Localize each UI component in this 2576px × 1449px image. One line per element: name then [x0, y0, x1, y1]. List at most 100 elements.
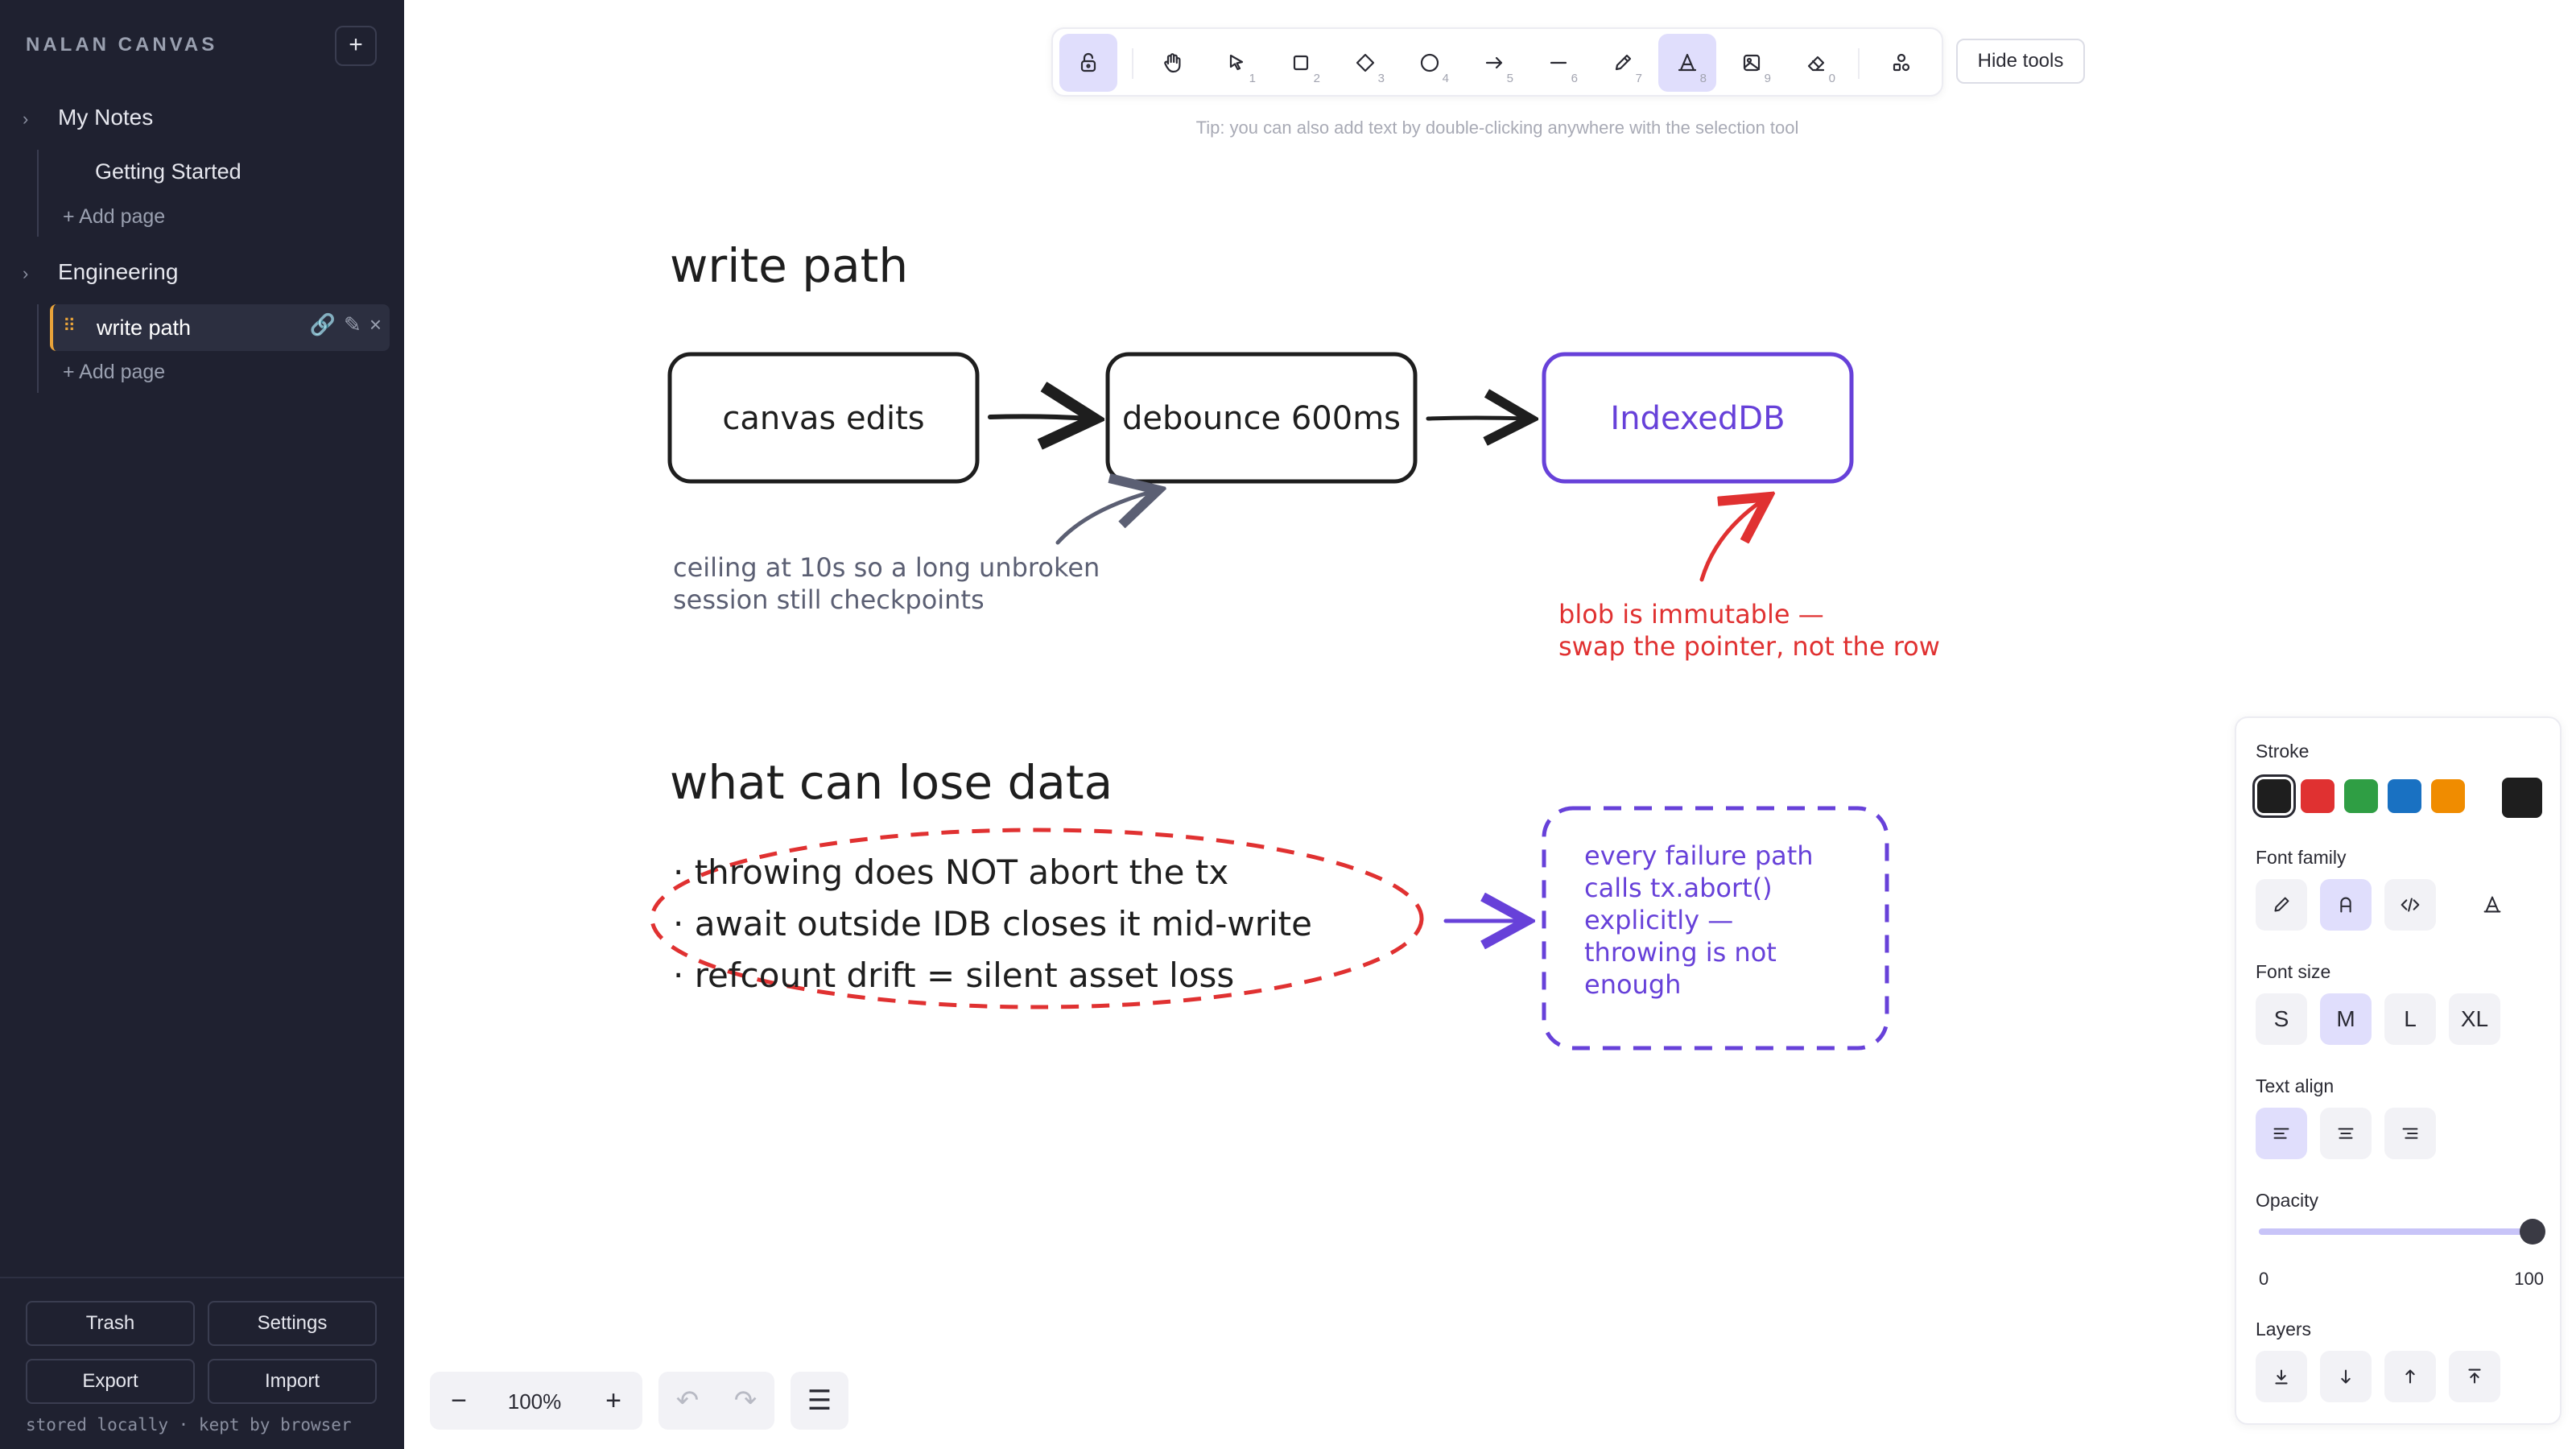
stroke-swatch-orange[interactable] [2431, 779, 2465, 813]
tool-line[interactable]: 6 [1530, 34, 1587, 92]
shortcut-key: 2 [1313, 72, 1320, 85]
tool-hand[interactable] [1143, 34, 1201, 92]
text-align-title: Text align [2256, 1075, 2334, 1096]
toolbar-divider [1858, 48, 1860, 79]
chevron-right-icon: › [23, 109, 29, 129]
diamond-icon [1356, 53, 1375, 72]
bullet-item[interactable]: · await outside IDB closes it mid-write [673, 904, 1312, 943]
page-item-write-path[interactable]: ⠿ write path 🔗 ✎ × [50, 304, 390, 351]
line-icon [1550, 61, 1567, 64]
text-align-center[interactable] [2320, 1108, 2372, 1159]
shortcut-key: 0 [1828, 72, 1835, 85]
heading-write-path[interactable]: write path [670, 238, 908, 293]
export-button[interactable]: Export [26, 1359, 195, 1404]
font-size-xl[interactable]: XL [2449, 993, 2500, 1045]
font-family-code[interactable] [2384, 879, 2436, 931]
stroke-custom-color[interactable] [2502, 778, 2542, 818]
link-icon[interactable]: 🔗 [310, 312, 336, 336]
import-button[interactable]: Import [208, 1359, 377, 1404]
text-icon [1678, 53, 1697, 72]
tool-diamond[interactable]: 3 [1336, 34, 1394, 92]
tool-rectangle[interactable]: 2 [1272, 34, 1330, 92]
hand-icon [1164, 53, 1181, 73]
font-size-l[interactable]: L [2384, 993, 2436, 1045]
tool-lock[interactable] [1059, 34, 1117, 92]
stroke-swatch-green[interactable] [2344, 779, 2378, 813]
font-family-normal[interactable] [2320, 879, 2372, 931]
bring-forward-button[interactable] [2384, 1351, 2436, 1402]
add-page-button[interactable]: + Add page [63, 361, 165, 384]
font-family-draw[interactable] [2256, 879, 2307, 931]
undo-button[interactable]: ↶ [658, 1372, 716, 1430]
layers-title: Layers [2256, 1319, 2312, 1340]
font-family-title: Font family [2256, 847, 2347, 868]
bring-forward-icon [2405, 1369, 2415, 1384]
zoom-level[interactable]: 100% [494, 1389, 575, 1414]
folder-engineering[interactable]: › Engineering [23, 259, 178, 285]
stroke-swatch-blue[interactable] [2388, 779, 2421, 813]
app-brand: NALAN CANVAS [26, 34, 218, 56]
folder-label: My Notes [58, 105, 154, 130]
font-size-s[interactable]: S [2256, 993, 2307, 1045]
folder-my-notes[interactable]: › My Notes [23, 105, 153, 130]
align-left-icon [2273, 1128, 2289, 1139]
font-size-m[interactable]: M [2320, 993, 2372, 1045]
tool-draw[interactable]: 7 [1594, 34, 1652, 92]
zoom-out-button[interactable]: − [430, 1372, 488, 1430]
rename-icon[interactable]: ✎ [344, 312, 361, 336]
note-blob-line1[interactable]: blob is immutable — [1558, 599, 1824, 630]
opacity-max: 100 [2514, 1269, 2544, 1289]
text-align-right[interactable] [2384, 1108, 2436, 1159]
stroke-swatch-red[interactable] [2301, 779, 2334, 813]
shortcut-key: 6 [1571, 72, 1578, 85]
tool-eraser[interactable]: 0 [1787, 34, 1845, 92]
tool-select[interactable]: 1 [1208, 34, 1265, 92]
tool-text[interactable]: 8 [1658, 34, 1716, 92]
new-page-button[interactable]: + [335, 26, 377, 66]
page-item-getting-started[interactable]: Getting Started [95, 159, 242, 184]
box-label: IndexedDB [1610, 400, 1785, 437]
opacity-slider-handle[interactable] [2520, 1219, 2545, 1245]
menu-button[interactable]: ☰ [791, 1372, 848, 1430]
shortcut-key: 7 [1635, 72, 1642, 85]
heading-lose-data[interactable]: what can lose data [670, 755, 1113, 810]
redo-button[interactable]: ↷ [716, 1372, 774, 1430]
zoom-in-button[interactable]: + [584, 1372, 642, 1430]
send-to-back-button[interactable] [2256, 1351, 2307, 1402]
tool-shapes[interactable] [1872, 34, 1930, 92]
arrow-note-ceiling[interactable] [1055, 491, 1154, 545]
bring-to-front-button[interactable] [2449, 1351, 2500, 1402]
shapes-icon [1893, 53, 1910, 72]
add-page-button[interactable]: + Add page [63, 205, 165, 229]
close-icon[interactable]: × [369, 312, 382, 336]
sidebar: NALAN CANVAS + › My Notes Getting Started… [0, 0, 404, 1449]
send-backward-icon [2341, 1369, 2351, 1384]
tool-image[interactable]: 9 [1723, 34, 1781, 92]
settings-button[interactable]: Settings [208, 1301, 377, 1346]
tool-arrow[interactable]: 5 [1465, 34, 1523, 92]
tree-guide [37, 150, 39, 237]
trash-button[interactable]: Trash [26, 1301, 195, 1346]
note-failure-line: enough [1584, 969, 1681, 1000]
stroke-swatch-black[interactable] [2252, 774, 2296, 818]
bullet-item[interactable]: · refcount drift = silent asset loss [673, 956, 1234, 995]
drag-handle-icon[interactable]: ⠿ [63, 316, 76, 336]
hide-tools-button[interactable]: Hide tools [1956, 39, 2085, 84]
send-backward-button[interactable] [2320, 1351, 2372, 1402]
sidebar-footer: Trash Settings Export Import stored loca… [0, 1277, 404, 1449]
arrow-debounce-to-idb[interactable] [1426, 418, 1526, 419]
note-failure-line: every failure path [1584, 840, 1814, 871]
bullet-item[interactable]: · throwing does NOT abort the tx [673, 852, 1228, 892]
folder-label: Engineering [58, 259, 179, 284]
tool-ellipse[interactable]: 4 [1401, 34, 1459, 92]
arrow-note-blob[interactable] [1699, 499, 1765, 582]
arrow-edits-to-debounce[interactable] [988, 416, 1090, 419]
note-ceiling-line2[interactable]: session still checkpoints [673, 584, 985, 615]
toolbar-divider [1132, 48, 1133, 79]
opacity-slider-track[interactable] [2259, 1228, 2533, 1235]
note-ceiling-line1[interactable]: ceiling at 10s so a long unbroken [673, 552, 1100, 583]
main-toolbar: 1 2 3 4 5 6 7 8 9 0 [1051, 27, 1943, 97]
font-family-hand[interactable] [2467, 879, 2518, 931]
text-align-left[interactable] [2256, 1108, 2307, 1159]
note-blob-line2[interactable]: swap the pointer, not the row [1558, 631, 1940, 662]
